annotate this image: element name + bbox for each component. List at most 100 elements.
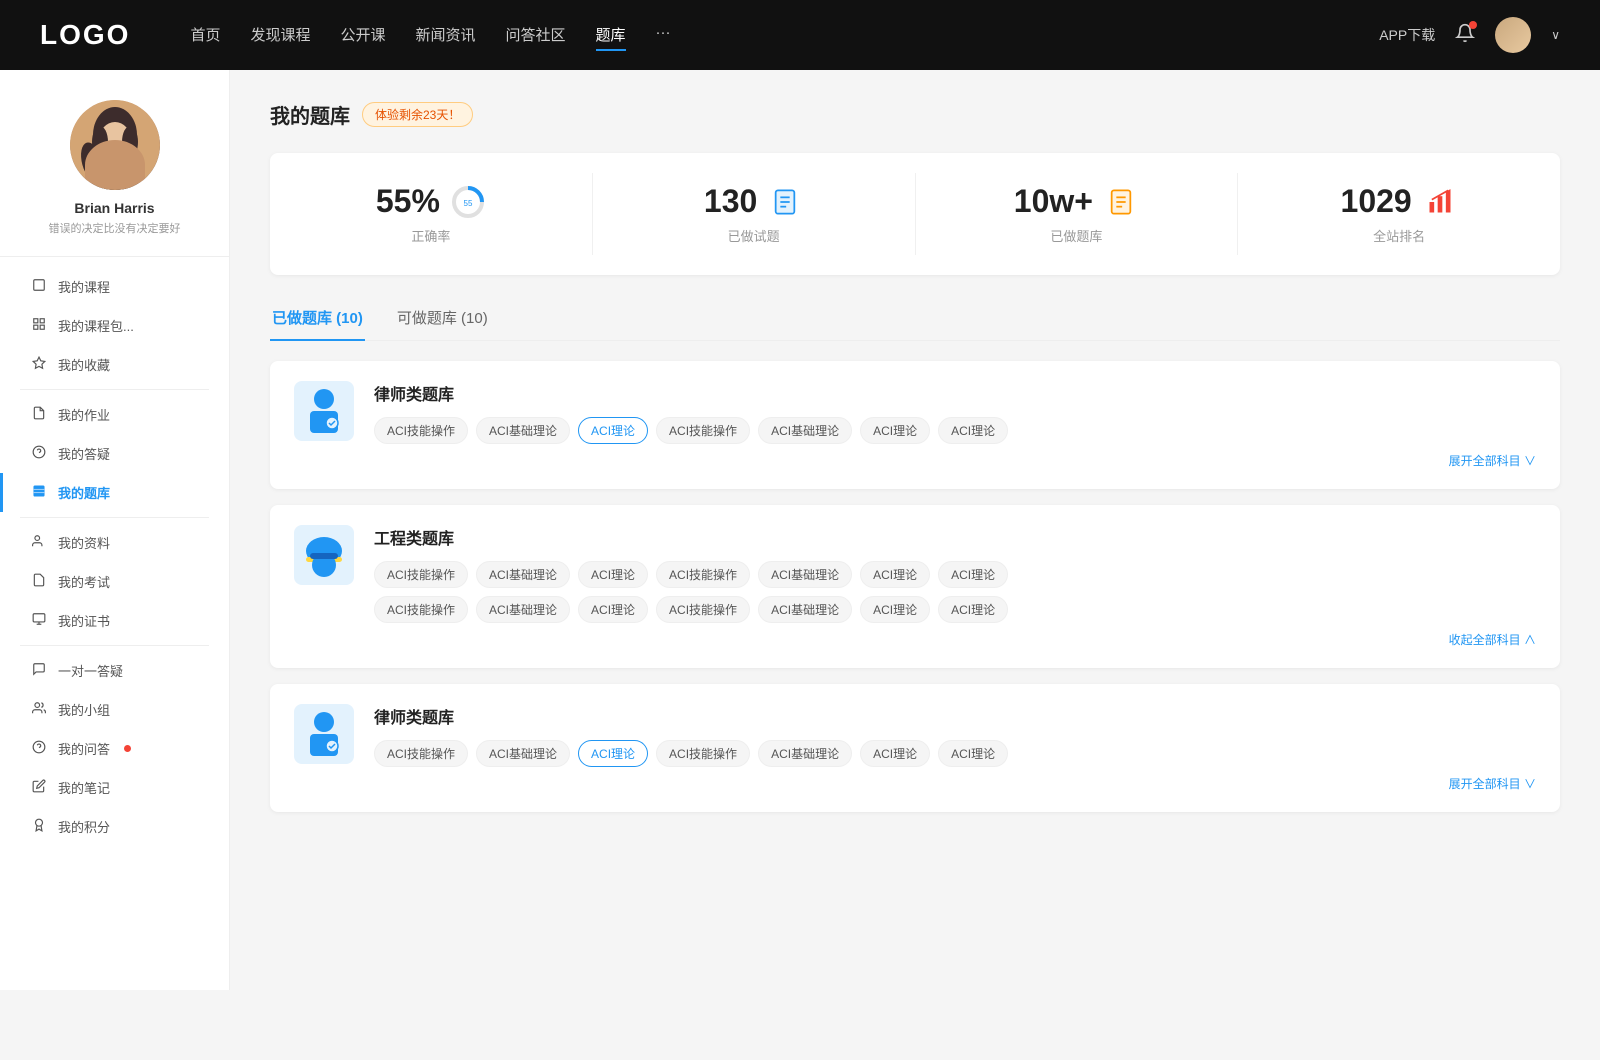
bank-name-3: 律师类题库 [374,704,1536,728]
qa-icon [30,445,48,462]
donut-chart-icon: 55 [450,184,486,220]
sidebar-item-group[interactable]: 我的小组 [0,690,229,729]
bank2-tag2-3[interactable]: ACI技能操作 [656,596,750,623]
sidebar-label-my-qa: 我的问答 [58,739,110,758]
exam-icon [30,573,48,590]
bank1-tag-3[interactable]: ACI技能操作 [656,417,750,444]
sidebar-item-my-qa[interactable]: 我的问答 [0,729,229,768]
sidebar-item-homework[interactable]: 我的作业 [0,395,229,434]
page-wrapper: Brian Harris 错误的决定比没有决定要好 我的课程 我的课程包... [0,70,1600,990]
user-avatar-nav[interactable] [1495,17,1531,53]
blue-doc-icon [767,184,803,220]
bank3-tag-0[interactable]: ACI技能操作 [374,740,468,767]
logo[interactable]: LOGO [40,19,130,51]
bank3-expand-link[interactable]: 展开全部科目 ∨ [374,775,1536,792]
sidebar-item-notes[interactable]: 我的笔记 [0,768,229,807]
bank-card-2: 工程类题库 ACI技能操作 ACI基础理论 ACI理论 ACI技能操作 ACI基… [270,505,1560,668]
bank3-tag-6[interactable]: ACI理论 [938,740,1008,767]
sidebar-label-notes: 我的笔记 [58,778,110,797]
bank2-tag2-6[interactable]: ACI理论 [938,596,1008,623]
sidebar-item-qa[interactable]: 我的答疑 [0,434,229,473]
sidebar-item-tutoring[interactable]: 一对一答疑 [0,651,229,690]
bank-name-2: 工程类题库 [374,525,1536,549]
sidebar-item-exam[interactable]: 我的考试 [0,562,229,601]
bank1-expand-link[interactable]: 展开全部科目 ∨ [374,452,1536,469]
sidebar-item-cert[interactable]: 我的证书 [0,601,229,640]
bank-icon-lawyer-1 [294,381,354,441]
nav-news[interactable]: 新闻资讯 [416,20,476,51]
bank1-tag-6[interactable]: ACI理论 [938,417,1008,444]
sidebar-item-qbank[interactable]: 我的题库 [0,473,229,512]
bank1-tag-5[interactable]: ACI理论 [860,417,930,444]
nav-home[interactable]: 首页 [190,20,220,51]
bank2-collapse-link[interactable]: 收起全部科目 ∧ [374,631,1536,648]
bank-info-3: 律师类题库 ACI技能操作 ACI基础理论 ACI理论 ACI技能操作 ACI基… [374,704,1536,792]
tab-done-banks[interactable]: 已做题库 (10) [270,299,365,340]
sidebar-label-homework: 我的作业 [58,405,110,424]
bank2-tag-2[interactable]: ACI理论 [578,561,648,588]
bank2-tag2-2[interactable]: ACI理论 [578,596,648,623]
bank2-tag-5[interactable]: ACI理论 [860,561,930,588]
avatar-image [1495,17,1531,53]
bank3-tag-5[interactable]: ACI理论 [860,740,930,767]
bank3-tag-1[interactable]: ACI基础理论 [476,740,570,767]
nav-courses[interactable]: 发现课程 [250,20,310,51]
bank2-tag2-0[interactable]: ACI技能操作 [374,596,468,623]
bank2-tag2-5[interactable]: ACI理论 [860,596,930,623]
course-icon [30,278,48,295]
bank-card-3-header: 律师类题库 ACI技能操作 ACI基础理论 ACI理论 ACI技能操作 ACI基… [294,704,1536,792]
sidebar-label-points: 我的积分 [58,817,110,836]
sidebar-profile: Brian Harris 错误的决定比没有决定要好 [0,100,229,257]
bank2-tag2-1[interactable]: ACI基础理论 [476,596,570,623]
qa-notification-dot [124,745,131,752]
trial-badge: 体验剩余23天！ [362,102,473,127]
navbar-right: APP下载 ∨ [1379,17,1560,53]
sidebar-item-my-course[interactable]: 我的课程 [0,267,229,306]
tags-row-1: ACI技能操作 ACI基础理论 ACI理论 ACI技能操作 ACI基础理论 AC… [374,417,1536,444]
homework-icon [30,406,48,423]
bank-card-3: 律师类题库 ACI技能操作 ACI基础理论 ACI理论 ACI技能操作 ACI基… [270,684,1560,812]
bank1-tag-2[interactable]: ACI理论 [578,417,648,444]
bank3-tag-2[interactable]: ACI理论 [578,740,648,767]
sidebar-label-favorites: 我的收藏 [58,355,110,374]
divider-2 [20,517,209,518]
bank-icon-lawyer-2 [294,704,354,764]
page-header: 我的题库 体验剩余23天！ [270,100,1560,129]
main-content: 我的题库 体验剩余23天！ 55% 55 [230,70,1600,990]
notification-bell[interactable] [1455,23,1475,48]
bank1-tag-4[interactable]: ACI基础理论 [758,417,852,444]
app-download-link[interactable]: APP下载 [1379,25,1435,45]
stat-value-done-banks: 10w+ [1014,183,1093,220]
bank2-tag-3[interactable]: ACI技能操作 [656,561,750,588]
page-title: 我的题库 [270,100,350,129]
stat-accuracy: 55% 55 正确率 [270,173,593,255]
sidebar-item-profile[interactable]: 我的资料 [0,523,229,562]
tags-row-3: ACI技能操作 ACI基础理论 ACI理论 ACI技能操作 ACI基础理论 AC… [374,740,1536,767]
bank3-tag-4[interactable]: ACI基础理论 [758,740,852,767]
bank1-tag-1[interactable]: ACI基础理论 [476,417,570,444]
bank1-tag-0[interactable]: ACI技能操作 [374,417,468,444]
bank2-tag-1[interactable]: ACI基础理论 [476,561,570,588]
nav-open-course[interactable]: 公开课 [340,20,385,51]
sidebar-item-points[interactable]: 我的积分 [0,807,229,846]
tab-available-banks[interactable]: 可做题库 (10) [395,299,490,340]
sidebar-item-favorites[interactable]: 我的收藏 [0,345,229,384]
stat-done-questions: 130 已做试题 [593,173,916,255]
nav-more[interactable]: ··· [656,20,671,51]
stat-top-site-rank: 1029 [1341,183,1458,220]
bank2-tag2-4[interactable]: ACI基础理论 [758,596,852,623]
stat-label-accuracy: 正确率 [411,226,450,245]
bank2-tag-6[interactable]: ACI理论 [938,561,1008,588]
star-icon [30,356,48,373]
svg-text:55: 55 [463,199,472,208]
user-menu-chevron[interactable]: ∨ [1551,28,1560,42]
red-chart-icon [1422,184,1458,220]
bank2-tag-4[interactable]: ACI基础理论 [758,561,852,588]
nav-qbank[interactable]: 题库 [596,20,626,51]
nav-qa[interactable]: 问答社区 [506,20,566,51]
bank2-tag-0[interactable]: ACI技能操作 [374,561,468,588]
user-avatar[interactable] [70,100,160,190]
sidebar-item-course-pkg[interactable]: 我的课程包... [0,306,229,345]
stat-top-accuracy: 55% 55 [376,183,486,220]
bank3-tag-3[interactable]: ACI技能操作 [656,740,750,767]
